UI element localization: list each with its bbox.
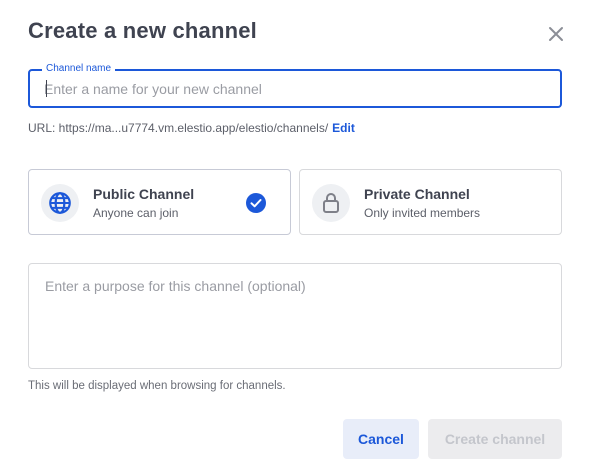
channel-name-field[interactable] (28, 69, 562, 108)
dialog-title: Create a new channel (28, 18, 257, 43)
private-channel-option[interactable]: Private Channel Only invited members (299, 169, 562, 235)
lock-icon-wrap (312, 184, 350, 222)
globe-icon-wrap (41, 184, 79, 222)
cancel-button[interactable]: Cancel (343, 419, 419, 459)
globe-icon (49, 192, 71, 214)
channel-url-text: URL: https://ma...u7774.vm.elestio.app/e… (28, 121, 329, 135)
channel-name-label: Channel name (42, 63, 116, 74)
create-channel-dialog: Create a new channel Channel name URL: h… (0, 0, 591, 472)
private-channel-title: Private Channel (364, 186, 470, 202)
close-icon (549, 27, 563, 41)
public-channel-option[interactable]: Public Channel Anyone can join (28, 169, 291, 235)
private-channel-subtitle: Only invited members (364, 206, 481, 220)
text-caret (46, 80, 47, 97)
create-channel-button[interactable]: Create channel (428, 419, 562, 459)
lock-icon (323, 193, 339, 213)
purpose-field[interactable] (28, 263, 562, 369)
channel-name-input[interactable] (44, 71, 554, 106)
public-channel-title: Public Channel (93, 186, 195, 202)
public-channel-subtitle: Anyone can join (93, 206, 179, 220)
channel-url: URL: https://ma...u7774.vm.elestio.app/e… (28, 121, 355, 135)
purpose-input[interactable] (45, 278, 545, 358)
close-button[interactable] (544, 22, 568, 46)
check-circle-icon (246, 193, 266, 213)
edit-url-link[interactable]: Edit (332, 121, 355, 135)
purpose-help-text: This will be displayed when browsing for… (28, 380, 286, 392)
